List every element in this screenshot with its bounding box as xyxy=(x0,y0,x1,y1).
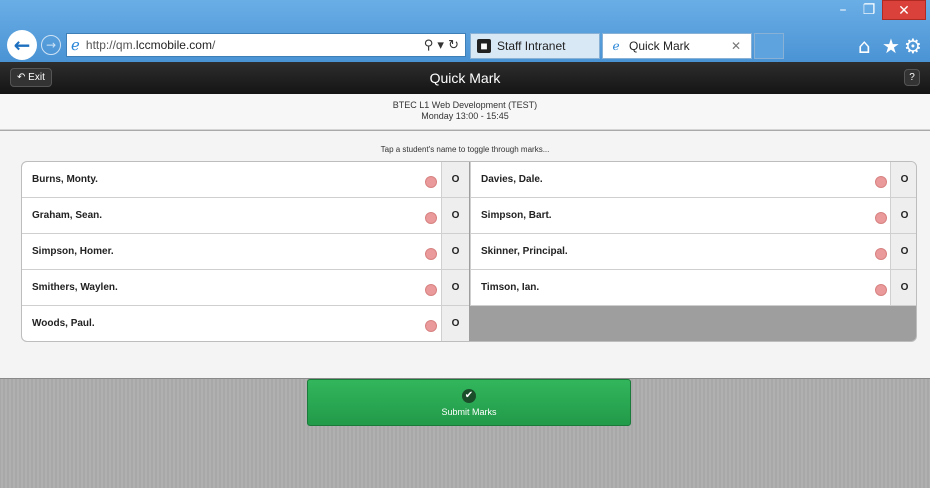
tab-close-icon[interactable]: ✕ xyxy=(731,39,741,53)
minimize-icon[interactable]: – xyxy=(830,0,856,20)
ie-logo-icon: ℯ xyxy=(71,36,80,54)
maximize-icon[interactable]: ❐ xyxy=(856,0,882,20)
back-arrow-icon[interactable]: ← xyxy=(7,30,37,60)
student-name[interactable]: Woods, Paul. xyxy=(32,306,95,341)
status-dot-icon xyxy=(425,320,437,332)
mark-button[interactable]: O xyxy=(441,162,469,197)
course-info: BTEC L1 Web Development (TEST) Monday 13… xyxy=(0,94,930,130)
mark-button[interactable]: O xyxy=(890,234,916,269)
mark-button[interactable]: O xyxy=(441,234,469,269)
course-session: Monday 13:00 - 15:45 xyxy=(421,111,509,121)
student-name[interactable]: Simpson, Homer. xyxy=(32,234,114,270)
window-controls: – ❐ ✕ xyxy=(830,0,926,24)
course-name: BTEC L1 Web Development (TEST) xyxy=(392,100,538,110)
submit-label: Submit Marks xyxy=(441,407,497,417)
search-refresh-icon[interactable]: ⚲ ▾ ↻ xyxy=(424,38,459,53)
page-title: Quick Mark xyxy=(429,70,501,86)
student-cell[interactable]: Simpson, Homer. O xyxy=(22,234,469,270)
status-dot-icon xyxy=(875,212,887,224)
status-dot-icon xyxy=(875,248,887,260)
ie-favicon-icon: ℯ xyxy=(612,39,620,53)
status-dot-icon xyxy=(425,176,437,188)
url-domain: lccmobile.com xyxy=(135,38,212,52)
student-cell[interactable]: Graham, Sean. O xyxy=(22,198,469,234)
settings-gear-icon[interactable]: ⚙ xyxy=(904,34,922,58)
mark-button[interactable]: O xyxy=(441,270,469,305)
address-bar[interactable]: ℯ http://qm. lccmobile.com / ⚲ ▾ ↻ xyxy=(66,33,466,57)
student-cell[interactable]: Timson, Ian. O xyxy=(470,270,916,306)
app-header: ↶ Exit Quick Mark ? xyxy=(0,62,930,94)
status-dot-icon xyxy=(875,284,887,296)
student-cell[interactable]: Skinner, Principal. O xyxy=(470,234,916,270)
url-suffix: / xyxy=(211,38,216,52)
status-dot-icon xyxy=(425,284,437,296)
url-prefix: http://qm. xyxy=(85,38,136,52)
mark-button[interactable]: O xyxy=(890,198,916,233)
student-name[interactable]: Smithers, Waylen. xyxy=(32,270,118,306)
forward-arrow-icon[interactable]: → xyxy=(41,35,61,55)
student-name[interactable]: Timson, Ian. xyxy=(481,270,539,306)
mark-button[interactable]: O xyxy=(890,270,916,305)
submit-marks-button[interactable]: ✔ Submit Marks xyxy=(307,379,631,426)
student-cell[interactable]: Davies, Dale. O xyxy=(470,162,916,198)
browser-chrome: – ❐ ✕ ← → ℯ http://qm. lccmobile.com / ⚲ ▾… xyxy=(0,0,930,62)
student-name[interactable]: Burns, Monty. xyxy=(32,162,98,198)
student-cell[interactable]: Simpson, Bart. O xyxy=(470,198,916,234)
student-cell[interactable]: Woods, Paul. O xyxy=(22,306,469,341)
favorites-star-icon[interactable]: ★ xyxy=(882,34,900,58)
status-dot-icon xyxy=(425,248,437,260)
mark-button[interactable]: O xyxy=(441,306,469,341)
intranet-favicon-icon: ■ xyxy=(477,39,491,53)
mark-button[interactable]: O xyxy=(441,198,469,233)
checkmark-icon: ✔ xyxy=(462,389,476,403)
tab-staff-intranet[interactable]: ■ Staff Intranet xyxy=(470,33,600,59)
student-name[interactable]: Davies, Dale. xyxy=(481,162,543,198)
tab-label: Staff Intranet xyxy=(497,39,566,53)
mark-button[interactable]: O xyxy=(890,162,916,197)
student-cell[interactable]: Burns, Monty. O xyxy=(22,162,469,198)
footer-bar: ✔ Submit Marks xyxy=(0,378,930,488)
home-icon[interactable]: ⌂ xyxy=(858,34,871,58)
student-name[interactable]: Simpson, Bart. xyxy=(481,198,552,234)
status-dot-icon xyxy=(425,212,437,224)
student-name[interactable]: Graham, Sean. xyxy=(32,198,102,234)
new-tab-button[interactable] xyxy=(754,33,784,59)
help-button[interactable]: ? xyxy=(904,69,920,86)
tab-quick-mark[interactable]: ℯ Quick Mark ✕ xyxy=(602,33,752,59)
status-dot-icon xyxy=(875,176,887,188)
student-name[interactable]: Skinner, Principal. xyxy=(481,234,568,270)
tab-label: Quick Mark xyxy=(629,39,690,53)
student-grid: Burns, Monty. O Davies, Dale. O Graham, … xyxy=(21,161,917,342)
instruction-text: Tap a student's name to toggle through m… xyxy=(380,145,550,154)
register-content: Tap a student's name to toggle through m… xyxy=(0,131,930,378)
student-cell[interactable]: Smithers, Waylen. O xyxy=(22,270,469,306)
close-icon[interactable]: ✕ xyxy=(882,0,926,20)
